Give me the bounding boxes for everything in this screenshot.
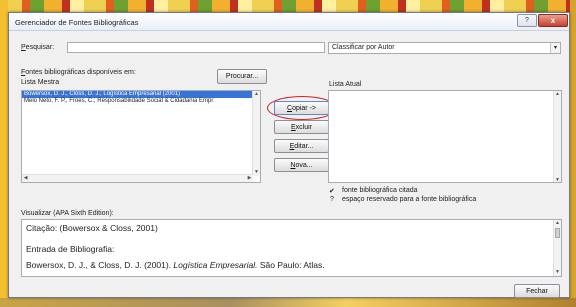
close-button[interactable]: Fechar [514, 284, 560, 298]
current-list-label: Lista Atual [329, 81, 362, 88]
title-bar: Gerenciador de Fontes Bibliográficas ? x [9, 13, 569, 31]
background-pattern-left [0, 0, 8, 307]
scroll-up-icon[interactable]: ▲ [253, 91, 260, 98]
checkmark-icon: ✔ [329, 188, 335, 195]
new-button[interactable]: Nova... [274, 158, 329, 172]
master-list-vscroll[interactable]: ▲ ▼ [252, 91, 260, 176]
preview-label: Visualizar (APA Sixth Edition): [21, 210, 114, 217]
placeholder-legend-text: espaço reservado para a fonte bibliográf… [342, 196, 477, 203]
edit-button[interactable]: Editar... [274, 139, 329, 153]
list-item[interactable]: Bowersox, D. J., Closs, D. J.; Logística… [22, 91, 260, 98]
preview-box: Citação: (Bowersox & Closs, 2001) Entrad… [21, 219, 562, 277]
window-title: Gerenciador de Fontes Bibliográficas [15, 18, 139, 27]
close-window-button[interactable]: x [538, 14, 568, 27]
master-list-hscroll[interactable]: ◀ ▶ [22, 174, 253, 182]
background-pattern-bottom [0, 298, 576, 307]
master-list[interactable]: Bowersox, D. J., Closs, D. J.; Logística… [21, 90, 261, 183]
chevron-down-icon[interactable]: ▾ [550, 43, 560, 53]
cited-legend-text: fonte bibliográfica citada [342, 187, 418, 194]
question-mark-icon: ? [330, 196, 334, 203]
current-list-vscroll[interactable]: ▲ ▼ [553, 91, 561, 182]
scroll-down-icon[interactable]: ▼ [554, 269, 561, 276]
background-pattern-right [570, 0, 576, 307]
list-item[interactable]: Melo Neto, F. P., Froes, C.; Responsabil… [22, 98, 260, 105]
bibliography-heading: Entrada de Bibliografia: [26, 244, 115, 254]
sources-label: Fontes bibliográficas disponíveis em: [21, 69, 136, 76]
scroll-down-icon[interactable]: ▼ [253, 169, 260, 176]
master-list-label: Lista Mestra [21, 79, 60, 86]
search-label: Pesquisar: [21, 44, 55, 51]
delete-button[interactable]: Excluir [274, 120, 329, 134]
scroll-left-icon[interactable]: ◀ [22, 175, 29, 182]
source-manager-dialog: Gerenciador de Fontes Bibliográficas ? x… [8, 12, 570, 298]
scroll-up-icon[interactable]: ▲ [554, 91, 561, 98]
help-button[interactable]: ? [517, 14, 537, 27]
scroll-thumb[interactable] [555, 228, 560, 238]
search-input[interactable] [67, 42, 325, 53]
highlight-circle-annotation [267, 96, 337, 120]
bibliography-entry: Bowersox, D. J., & Closs, D. J. (2001). … [26, 260, 325, 270]
scroll-down-icon[interactable]: ▼ [554, 177, 561, 182]
scroll-right-icon[interactable]: ▶ [246, 175, 253, 182]
preview-vscroll[interactable]: ▲ ▼ [553, 220, 561, 276]
citation-text: Citação: (Bowersox & Closs, 2001) [26, 223, 158, 233]
sort-select[interactable]: Classificar por Autor ▾ [328, 42, 561, 54]
sort-select-value: Classificar por Autor [332, 44, 395, 51]
browse-button[interactable]: Procurar... [217, 69, 267, 84]
current-list[interactable]: ▲ ▼ [328, 90, 562, 183]
scroll-up-icon[interactable]: ▲ [554, 220, 561, 227]
